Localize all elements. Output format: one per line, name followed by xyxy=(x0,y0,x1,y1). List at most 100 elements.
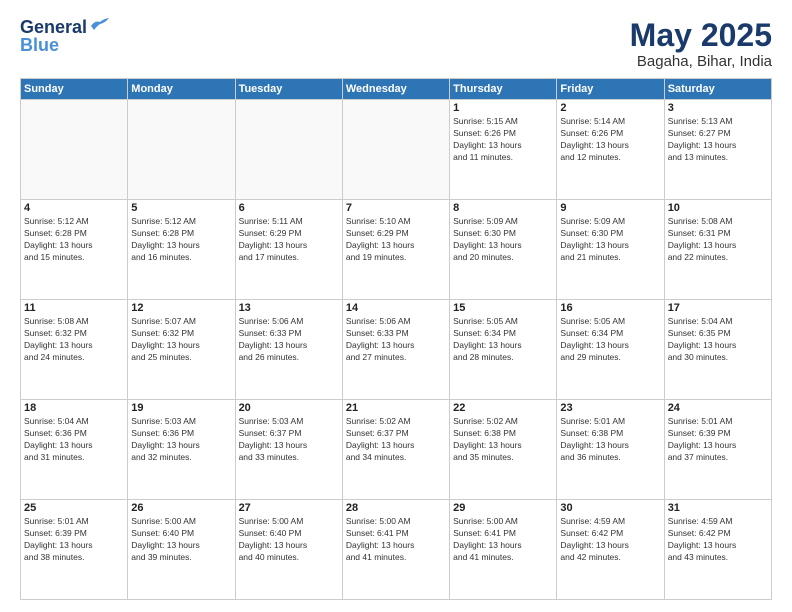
calendar-cell: 14 Sunrise: 5:06 AM Sunset: 6:33 PM Dayli… xyxy=(342,300,449,400)
calendar-cell: 23 Sunrise: 5:01 AM Sunset: 6:38 PM Dayli… xyxy=(557,400,664,500)
day-info: Sunrise: 5:08 AM Sunset: 6:32 PM Dayligh… xyxy=(24,316,124,364)
col-sunday: Sunday xyxy=(21,79,128,100)
calendar-cell: 25 Sunrise: 5:01 AM Sunset: 6:39 PM Dayli… xyxy=(21,500,128,600)
week-row-4: 18 Sunrise: 5:04 AM Sunset: 6:36 PM Dayli… xyxy=(21,400,772,500)
calendar-cell: 24 Sunrise: 5:01 AM Sunset: 6:39 PM Dayli… xyxy=(664,400,771,500)
day-info: Sunrise: 5:09 AM Sunset: 6:30 PM Dayligh… xyxy=(453,216,553,264)
day-number: 11 xyxy=(24,302,124,314)
calendar-cell: 19 Sunrise: 5:03 AM Sunset: 6:36 PM Dayli… xyxy=(128,400,235,500)
day-number: 6 xyxy=(239,202,339,214)
day-number: 20 xyxy=(239,402,339,414)
day-info: Sunrise: 4:59 AM Sunset: 6:42 PM Dayligh… xyxy=(560,516,660,564)
day-number: 10 xyxy=(668,202,768,214)
day-info: Sunrise: 5:12 AM Sunset: 6:28 PM Dayligh… xyxy=(131,216,231,264)
day-number: 29 xyxy=(453,502,553,514)
day-number: 31 xyxy=(668,502,768,514)
day-info: Sunrise: 5:07 AM Sunset: 6:32 PM Dayligh… xyxy=(131,316,231,364)
calendar-cell: 15 Sunrise: 5:05 AM Sunset: 6:34 PM Dayli… xyxy=(450,300,557,400)
day-number: 12 xyxy=(131,302,231,314)
day-number: 15 xyxy=(453,302,553,314)
calendar-cell: 1Sunrise: 5:15 AM Sunset: 6:26 PM Daylig… xyxy=(450,100,557,200)
day-number: 14 xyxy=(346,302,446,314)
day-number: 1 xyxy=(453,102,553,114)
day-number: 7 xyxy=(346,202,446,214)
calendar-cell: 27 Sunrise: 5:00 AM Sunset: 6:40 PM Dayli… xyxy=(235,500,342,600)
day-number: 25 xyxy=(24,502,124,514)
calendar-cell: 18 Sunrise: 5:04 AM Sunset: 6:36 PM Dayli… xyxy=(21,400,128,500)
day-info: Sunrise: 5:04 AM Sunset: 6:35 PM Dayligh… xyxy=(668,316,768,364)
day-info: Sunrise: 5:12 AM Sunset: 6:28 PM Dayligh… xyxy=(24,216,124,264)
day-info: Sunrise: 5:11 AM Sunset: 6:29 PM Dayligh… xyxy=(239,216,339,264)
day-number: 4 xyxy=(24,202,124,214)
day-info: Sunrise: 5:01 AM Sunset: 6:39 PM Dayligh… xyxy=(24,516,124,564)
calendar-cell: 30Sunrise: 4:59 AM Sunset: 6:42 PM Dayli… xyxy=(557,500,664,600)
day-info: Sunrise: 5:06 AM Sunset: 6:33 PM Dayligh… xyxy=(346,316,446,364)
calendar-cell: 29Sunrise: 5:00 AM Sunset: 6:41 PM Dayli… xyxy=(450,500,557,600)
week-row-5: 25 Sunrise: 5:01 AM Sunset: 6:39 PM Dayli… xyxy=(21,500,772,600)
day-number: 27 xyxy=(239,502,339,514)
logo-bird-icon xyxy=(89,18,111,32)
day-info: Sunrise: 5:02 AM Sunset: 6:38 PM Dayligh… xyxy=(453,416,553,464)
day-number: 24 xyxy=(668,402,768,414)
day-number: 17 xyxy=(668,302,768,314)
day-info: Sunrise: 5:01 AM Sunset: 6:38 PM Dayligh… xyxy=(560,416,660,464)
day-number: 22 xyxy=(453,402,553,414)
logo-blue-text: Blue xyxy=(20,36,59,56)
calendar-cell: 6 Sunrise: 5:11 AM Sunset: 6:29 PM Daylig… xyxy=(235,200,342,300)
header: General Blue May 2025 Bagaha, Bihar, Ind… xyxy=(20,18,772,70)
calendar-cell: 4 Sunrise: 5:12 AM Sunset: 6:28 PM Daylig… xyxy=(21,200,128,300)
day-number: 28 xyxy=(346,502,446,514)
day-info: Sunrise: 5:06 AM Sunset: 6:33 PM Dayligh… xyxy=(239,316,339,364)
day-info: Sunrise: 5:05 AM Sunset: 6:34 PM Dayligh… xyxy=(453,316,553,364)
calendar-cell: 11 Sunrise: 5:08 AM Sunset: 6:32 PM Dayli… xyxy=(21,300,128,400)
day-info: Sunrise: 5:02 AM Sunset: 6:37 PM Dayligh… xyxy=(346,416,446,464)
calendar-cell: 2 Sunrise: 5:14 AM Sunset: 6:26 PM Daylig… xyxy=(557,100,664,200)
day-info: Sunrise: 4:59 AM Sunset: 6:42 PM Dayligh… xyxy=(668,516,768,564)
title-area: May 2025 Bagaha, Bihar, India xyxy=(630,18,772,70)
logo: General Blue xyxy=(20,18,111,56)
day-number: 13 xyxy=(239,302,339,314)
day-number: 23 xyxy=(560,402,660,414)
day-info: Sunrise: 5:09 AM Sunset: 6:30 PM Dayligh… xyxy=(560,216,660,264)
calendar-cell: 31 Sunrise: 4:59 AM Sunset: 6:42 PM Dayli… xyxy=(664,500,771,600)
day-info: Sunrise: 5:05 AM Sunset: 6:34 PM Dayligh… xyxy=(560,316,660,364)
header-row: Sunday Monday Tuesday Wednesday Thursday… xyxy=(21,79,772,100)
col-monday: Monday xyxy=(128,79,235,100)
calendar-cell xyxy=(21,100,128,200)
day-info: Sunrise: 5:00 AM Sunset: 6:40 PM Dayligh… xyxy=(239,516,339,564)
calendar-cell xyxy=(342,100,449,200)
calendar-cell: 16 Sunrise: 5:05 AM Sunset: 6:34 PM Dayli… xyxy=(557,300,664,400)
calendar-cell xyxy=(235,100,342,200)
calendar-cell: 10Sunrise: 5:08 AM Sunset: 6:31 PM Dayli… xyxy=(664,200,771,300)
day-info: Sunrise: 5:14 AM Sunset: 6:26 PM Dayligh… xyxy=(560,116,660,164)
calendar-cell xyxy=(128,100,235,200)
calendar-cell: 3 Sunrise: 5:13 AM Sunset: 6:27 PM Daylig… xyxy=(664,100,771,200)
week-row-2: 4 Sunrise: 5:12 AM Sunset: 6:28 PM Daylig… xyxy=(21,200,772,300)
day-info: Sunrise: 5:03 AM Sunset: 6:36 PM Dayligh… xyxy=(131,416,231,464)
day-info: Sunrise: 5:03 AM Sunset: 6:37 PM Dayligh… xyxy=(239,416,339,464)
day-number: 18 xyxy=(24,402,124,414)
day-number: 3 xyxy=(668,102,768,114)
day-info: Sunrise: 5:10 AM Sunset: 6:29 PM Dayligh… xyxy=(346,216,446,264)
day-number: 19 xyxy=(131,402,231,414)
col-tuesday: Tuesday xyxy=(235,79,342,100)
calendar-cell: 21 Sunrise: 5:02 AM Sunset: 6:37 PM Dayli… xyxy=(342,400,449,500)
day-info: Sunrise: 5:13 AM Sunset: 6:27 PM Dayligh… xyxy=(668,116,768,164)
day-number: 2 xyxy=(560,102,660,114)
day-number: 8 xyxy=(453,202,553,214)
calendar-cell: 8 Sunrise: 5:09 AM Sunset: 6:30 PM Daylig… xyxy=(450,200,557,300)
day-number: 16 xyxy=(560,302,660,314)
day-number: 21 xyxy=(346,402,446,414)
calendar-cell: 12 Sunrise: 5:07 AM Sunset: 6:32 PM Dayli… xyxy=(128,300,235,400)
day-info: Sunrise: 5:00 AM Sunset: 6:40 PM Dayligh… xyxy=(131,516,231,564)
calendar: Sunday Monday Tuesday Wednesday Thursday… xyxy=(20,78,772,600)
day-info: Sunrise: 5:04 AM Sunset: 6:36 PM Dayligh… xyxy=(24,416,124,464)
month-title: May 2025 xyxy=(630,18,772,53)
col-thursday: Thursday xyxy=(450,79,557,100)
calendar-cell: 22 Sunrise: 5:02 AM Sunset: 6:38 PM Dayli… xyxy=(450,400,557,500)
calendar-cell: 20 Sunrise: 5:03 AM Sunset: 6:37 PM Dayli… xyxy=(235,400,342,500)
location: Bagaha, Bihar, India xyxy=(630,53,772,70)
day-info: Sunrise: 5:01 AM Sunset: 6:39 PM Dayligh… xyxy=(668,416,768,464)
day-number: 9 xyxy=(560,202,660,214)
calendar-cell: 28Sunrise: 5:00 AM Sunset: 6:41 PM Dayli… xyxy=(342,500,449,600)
